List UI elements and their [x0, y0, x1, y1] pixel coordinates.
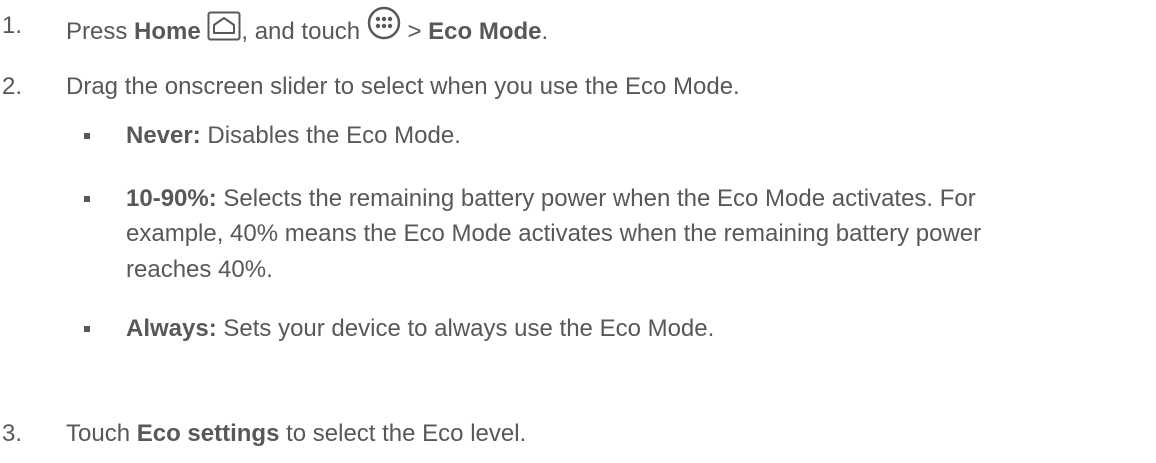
step-1-end: .	[541, 17, 549, 45]
eco-mode-label: Eco Mode	[428, 17, 542, 45]
home-key-label: Home	[134, 17, 201, 45]
option-10-90-label: 10-90%:	[126, 185, 217, 212]
step-1-text: Press Home , and touch > Eco Mode.	[66, 6, 549, 53]
step-2-text: Drag the onscreen slider to select when …	[66, 73, 740, 100]
option-10-90-line-1: 10-90%: Selects the remaining battery po…	[126, 182, 976, 216]
option-never-label: Never:	[126, 122, 201, 149]
step-1-number: 1.	[2, 12, 23, 39]
option-10-90-line-2: example, 40% means the Eco Mode activate…	[126, 220, 982, 247]
step-3-post: to select the Eco level.	[279, 420, 527, 447]
step-1-separator: >	[400, 17, 429, 45]
apps-grid-icon	[367, 6, 401, 47]
option-10-90-desc-1: Selects the remaining battery power when…	[223, 185, 976, 212]
bullet-icon	[84, 326, 90, 332]
step-2-number: 2.	[2, 73, 23, 100]
step-1-pre: Press	[66, 17, 135, 45]
bullet-icon	[84, 133, 90, 139]
bullet-icon	[84, 196, 90, 202]
step-3-text: Touch Eco settings to select the Eco lev…	[66, 420, 526, 448]
option-10-90-line-3: reaches 40%.	[126, 256, 273, 283]
option-always-text: Always: Sets your device to always use t…	[126, 312, 714, 346]
step-3-number: 3.	[2, 420, 23, 447]
option-never-desc: Disables the Eco Mode.	[207, 122, 461, 149]
option-always-label: Always:	[126, 315, 217, 342]
step-3-pre: Touch	[66, 420, 137, 447]
home-key-icon	[207, 11, 241, 48]
eco-settings-label: Eco settings	[136, 420, 280, 447]
option-always-desc: Sets your device to always use the Eco M…	[223, 315, 715, 342]
option-never-text: Never: Disables the Eco Mode.	[126, 119, 461, 153]
step-1-mid: , and touch	[241, 17, 367, 45]
